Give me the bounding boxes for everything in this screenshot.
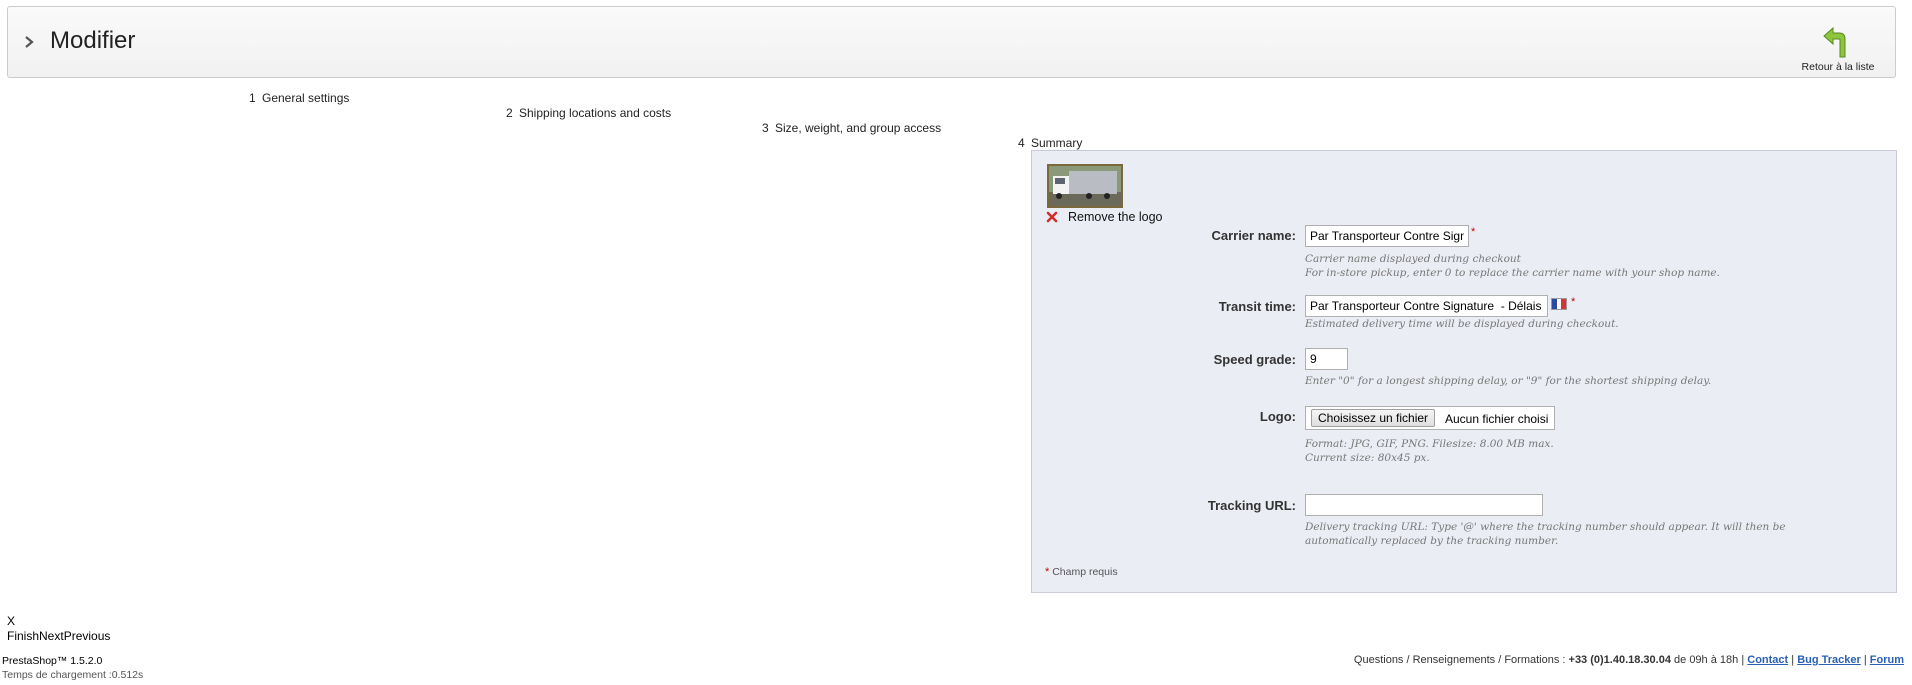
- transit-time-hint: Estimated delivery time will be displaye…: [1305, 318, 1619, 330]
- chevron-right-icon: [22, 33, 36, 51]
- page-title: Modifier: [50, 27, 136, 54]
- language-flag-icon[interactable]: [1551, 298, 1567, 310]
- tracking-url-input[interactable]: [1305, 494, 1543, 516]
- remove-logo-label: Remove the logo: [1068, 210, 1163, 224]
- transit-time-input[interactable]: [1305, 295, 1548, 317]
- required-marker: *: [1571, 296, 1576, 308]
- step-size-weight-group[interactable]: 3 Size, weight, and group access: [762, 121, 941, 135]
- version-text: PrestaShop™ 1.5.2.0: [2, 655, 103, 667]
- tracking-url-hint-line2: automatically replaced by the tracking n…: [1305, 535, 1559, 547]
- footer-right: Questions / Renseignements / Formations …: [1354, 654, 1904, 666]
- load-time-text: Temps de chargement :0.512s: [2, 669, 144, 681]
- wizard-buttons: FinishNextPrevious: [7, 629, 110, 643]
- carrier-name-hint-line1: Carrier name displayed during checkout: [1305, 253, 1521, 265]
- logo-file-input[interactable]: Choisissez un fichier Aucun fichier choi…: [1305, 406, 1555, 430]
- step-label: General settings: [262, 91, 350, 105]
- carrier-name-label: Carrier name:: [1211, 228, 1296, 243]
- footer-separator: |: [1738, 654, 1748, 666]
- step-label: Size, weight, and group access: [775, 121, 942, 135]
- footer-info-text: Questions / Renseignements / Formations …: [1353, 654, 1569, 666]
- choose-file-button[interactable]: Choisissez un fichier: [1311, 409, 1436, 427]
- logo-hint-line1: Format: JPG, GIF, PNG. Filesize: 8.00 MB…: [1305, 438, 1554, 450]
- required-marker: *: [1045, 566, 1050, 578]
- step-label: Summary: [1031, 136, 1083, 150]
- logo-hint: Format: JPG, GIF, PNG. Filesize: 8.00 MB…: [1305, 437, 1554, 465]
- footer-left: PrestaShop™ 1.5.2.0 Temps de chargement …: [2, 654, 143, 682]
- footer-separator: |: [1860, 654, 1870, 666]
- footer-hours: de 09h à 18h: [1670, 654, 1739, 666]
- forum-link[interactable]: Forum: [1870, 654, 1904, 666]
- required-marker: *: [1471, 226, 1476, 238]
- speed-grade-label: Speed grade:: [1213, 352, 1296, 367]
- carrier-logo-image: [1047, 164, 1123, 208]
- step-number: 1: [249, 91, 256, 105]
- footer-separator: |: [1788, 654, 1798, 666]
- step-shipping-locations[interactable]: 2 Shipping locations and costs: [506, 106, 671, 120]
- speed-grade-input[interactable]: [1305, 348, 1348, 370]
- carrier-name-input[interactable]: [1305, 225, 1469, 247]
- required-note-text: Champ requis: [1052, 566, 1118, 578]
- step-number: 3: [762, 121, 769, 135]
- file-status-text: Aucun fichier choisi: [1445, 412, 1549, 426]
- tracking-url-hint-line1: Delivery tracking URL: Type '@' where th…: [1305, 521, 1786, 533]
- back-to-list-button[interactable]: Retour à la liste: [1793, 21, 1883, 75]
- page-header-toolbar: Modifier Retour à la liste: [7, 6, 1896, 78]
- step-number: 2: [506, 106, 513, 120]
- step-summary[interactable]: 4 Summary: [1018, 136, 1082, 150]
- remove-logo-link[interactable]: Remove the logo: [1046, 210, 1163, 224]
- next-button[interactable]: Next: [39, 629, 64, 643]
- logo-label: Logo:: [1259, 409, 1296, 424]
- carrier-name-hint-line2: For in-store pickup, enter 0 to replace …: [1305, 267, 1720, 279]
- tracking-url-hint: Delivery tracking URL: Type '@' where th…: [1305, 520, 1786, 548]
- required-fields-note: * Champ requis: [1045, 566, 1118, 578]
- step-label: Shipping locations and costs: [519, 106, 672, 120]
- wizard-close-button[interactable]: X: [7, 614, 15, 628]
- finish-button[interactable]: Finish: [7, 629, 39, 643]
- logo-hint-line2: Current size: 80x45 px.: [1305, 452, 1430, 464]
- back-to-list-label: Retour à la liste: [1801, 61, 1875, 73]
- tracking-url-label: Tracking URL:: [1207, 498, 1296, 513]
- speed-grade-hint: Enter "0" for a longest shipping delay, …: [1305, 375, 1712, 387]
- back-arrow-icon: [1823, 27, 1846, 58]
- delete-icon: [1046, 211, 1058, 223]
- bug-tracker-link[interactable]: Bug Tracker: [1797, 654, 1861, 666]
- footer-phone: +33 (0)1.40.18.30.04: [1568, 654, 1671, 666]
- step-general-settings[interactable]: 1 General settings: [249, 91, 349, 105]
- carrier-name-hint: Carrier name displayed during checkout F…: [1305, 252, 1720, 280]
- previous-button[interactable]: Previous: [64, 629, 111, 643]
- contact-link[interactable]: Contact: [1747, 654, 1788, 666]
- transit-time-label: Transit time:: [1218, 299, 1296, 314]
- step-number: 4: [1018, 136, 1025, 150]
